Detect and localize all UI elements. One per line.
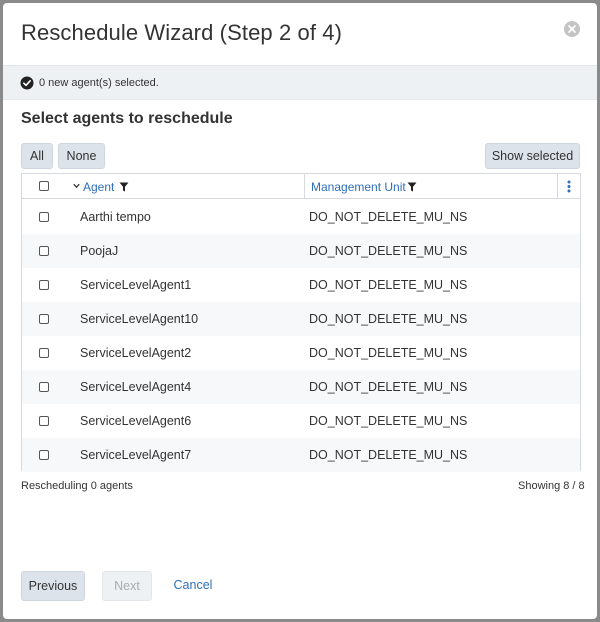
- table-row[interactable]: ServiceLevelAgent7 DO_NOT_DELETE_MU_NS: [22, 438, 580, 472]
- dialog-title: Reschedule Wizard (Step 2 of 4): [21, 20, 343, 45]
- cancel-button[interactable]: Cancel: [168, 571, 218, 601]
- row-checkbox[interactable]: [39, 212, 49, 222]
- row-checkbox[interactable]: [39, 348, 49, 358]
- close-icon: [568, 25, 576, 33]
- agent-name: ServiceLevelAgent6: [80, 414, 192, 428]
- grid-header: Agent Management Unit: [22, 174, 580, 199]
- next-button[interactable]: Next: [102, 571, 152, 601]
- column-header-agent[interactable]: Agent: [83, 180, 114, 194]
- agent-filter-icon[interactable]: [119, 182, 129, 192]
- row-checkbox[interactable]: [39, 450, 49, 460]
- column-divider: [557, 174, 558, 199]
- row-checkbox[interactable]: [39, 280, 49, 290]
- select-all-checkbox[interactable]: [39, 181, 49, 191]
- table-row[interactable]: ServiceLevelAgent1 DO_NOT_DELETE_MU_NS: [22, 268, 580, 302]
- reschedule-wizard-dialog: Reschedule Wizard (Step 2 of 4) 0 new ag…: [3, 3, 597, 619]
- table-row[interactable]: ServiceLevelAgent10 DO_NOT_DELETE_MU_NS: [22, 302, 580, 336]
- select-none-button[interactable]: None: [58, 143, 105, 169]
- close-button[interactable]: [564, 21, 580, 37]
- management-unit: DO_NOT_DELETE_MU_NS: [309, 380, 468, 394]
- table-row[interactable]: ServiceLevelAgent2 DO_NOT_DELETE_MU_NS: [22, 336, 580, 370]
- row-checkbox[interactable]: [39, 246, 49, 256]
- agent-name: ServiceLevelAgent4: [80, 380, 192, 394]
- chevron-down-icon[interactable]: [73, 183, 80, 189]
- agent-name: ServiceLevelAgent1: [80, 278, 192, 292]
- management-unit: DO_NOT_DELETE_MU_NS: [309, 210, 468, 224]
- show-selected-button[interactable]: Show selected: [485, 143, 580, 169]
- section-title: Select agents to reschedule: [21, 110, 233, 127]
- agents-grid: Agent Management Unit Aarthi tempo DO_NO…: [21, 173, 581, 472]
- agent-name: Aarthi tempo: [80, 210, 151, 224]
- check-circle-icon: [20, 76, 34, 90]
- management-unit-filter-icon[interactable]: [407, 182, 417, 192]
- management-unit: DO_NOT_DELETE_MU_NS: [309, 414, 468, 428]
- management-unit: DO_NOT_DELETE_MU_NS: [309, 346, 468, 360]
- management-unit: DO_NOT_DELETE_MU_NS: [309, 312, 468, 326]
- management-unit: DO_NOT_DELETE_MU_NS: [309, 448, 468, 462]
- column-divider: [304, 174, 305, 199]
- management-unit: DO_NOT_DELETE_MU_NS: [309, 278, 468, 292]
- table-row[interactable]: ServiceLevelAgent6 DO_NOT_DELETE_MU_NS: [22, 404, 580, 438]
- management-unit: DO_NOT_DELETE_MU_NS: [309, 244, 468, 258]
- rescheduling-count: Rescheduling 0 agents: [21, 480, 133, 492]
- agent-name: PoojaJ: [80, 244, 119, 258]
- row-checkbox[interactable]: [39, 416, 49, 426]
- table-row[interactable]: ServiceLevelAgent4 DO_NOT_DELETE_MU_NS: [22, 370, 580, 404]
- agent-name: ServiceLevelAgent7: [80, 448, 192, 462]
- previous-button[interactable]: Previous: [21, 571, 85, 601]
- kebab-menu-icon[interactable]: [567, 180, 571, 193]
- table-row[interactable]: Aarthi tempo DO_NOT_DELETE_MU_NS: [22, 200, 580, 234]
- agent-name: ServiceLevelAgent2: [80, 346, 192, 360]
- selection-notice: 0 new agent(s) selected.: [3, 65, 597, 100]
- row-checkbox[interactable]: [39, 382, 49, 392]
- agent-name: ServiceLevelAgent10: [80, 312, 199, 326]
- column-header-management-unit[interactable]: Management Unit: [311, 180, 406, 194]
- row-checkbox[interactable]: [39, 314, 49, 324]
- notice-text: 0 new agent(s) selected.: [39, 77, 159, 89]
- select-all-button[interactable]: All: [21, 143, 53, 169]
- showing-count: Showing 8 / 8: [518, 480, 585, 492]
- table-row[interactable]: PoojaJ DO_NOT_DELETE_MU_NS: [22, 234, 580, 268]
